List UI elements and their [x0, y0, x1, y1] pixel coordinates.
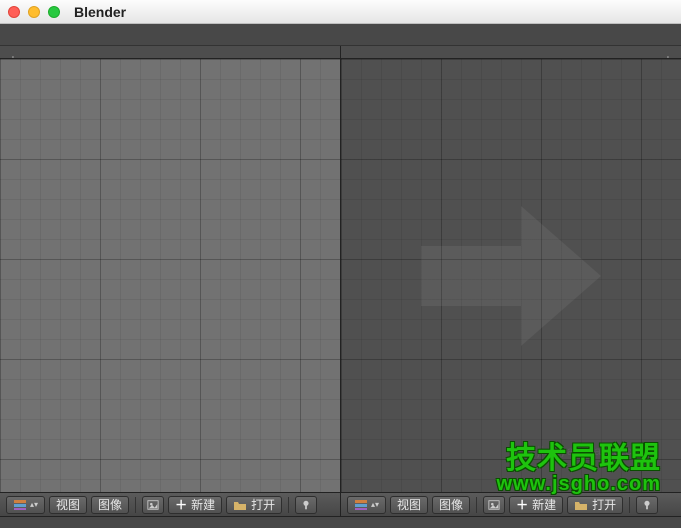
open-label: 打开	[592, 496, 616, 513]
bottom-info-bar[interactable]	[0, 516, 681, 528]
pin-button[interactable]	[295, 496, 317, 514]
uv-editor-icon	[354, 499, 368, 511]
pin-icon	[300, 499, 312, 511]
workspace-area: + +	[0, 46, 681, 492]
right-editor-header: ▴▾ 视图 图像 ＋ 新建 打开	[341, 492, 681, 516]
left-editor-header: ▴▾ 视图 图像 ＋ 新建 打开	[0, 492, 341, 516]
image-icon	[488, 499, 500, 511]
arrow-overlay	[411, 196, 611, 356]
separator	[288, 497, 289, 513]
uv-editor-icon	[13, 499, 27, 511]
left-editor: +	[0, 46, 341, 492]
open-label: 打开	[251, 496, 275, 513]
maximize-window-button[interactable]	[48, 6, 60, 18]
open-image-button[interactable]: 打开	[226, 496, 282, 514]
minimize-window-button[interactable]	[28, 6, 40, 18]
chevron-updown-icon: ▴▾	[30, 500, 38, 509]
chevron-updown-icon: ▴▾	[371, 500, 379, 509]
view-menu[interactable]: 视图	[49, 496, 87, 514]
new-label: 新建	[191, 496, 215, 513]
image-menu[interactable]: 图像	[91, 496, 129, 514]
top-info-bar[interactable]	[0, 24, 681, 46]
pin-button[interactable]	[636, 496, 658, 514]
left-viewport[interactable]	[0, 58, 340, 492]
view-menu[interactable]: 视图	[390, 496, 428, 514]
window-controls	[8, 6, 60, 18]
left-editor-tabstrip: +	[0, 46, 340, 58]
plus-icon: ＋	[516, 496, 528, 513]
right-viewport[interactable]	[341, 58, 681, 492]
plus-icon: ＋	[175, 496, 187, 513]
image-browse-button[interactable]	[142, 496, 164, 514]
folder-icon	[574, 499, 588, 511]
new-label: 新建	[532, 496, 556, 513]
editor-type-selector[interactable]: ▴▾	[6, 496, 45, 514]
new-image-button[interactable]: ＋ 新建	[509, 496, 563, 514]
folder-icon	[233, 499, 247, 511]
image-browse-button[interactable]	[483, 496, 505, 514]
image-menu[interactable]: 图像	[432, 496, 470, 514]
open-image-button[interactable]: 打开	[567, 496, 623, 514]
right-editor: +	[341, 46, 681, 492]
window-titlebar: Blender	[0, 0, 681, 24]
window-title: Blender	[74, 4, 126, 20]
separator	[135, 497, 136, 513]
separator	[629, 497, 630, 513]
separator	[476, 497, 477, 513]
pin-icon	[641, 499, 653, 511]
right-editor-tabstrip: +	[341, 46, 681, 58]
editor-type-selector[interactable]: ▴▾	[347, 496, 386, 514]
new-image-button[interactable]: ＋ 新建	[168, 496, 222, 514]
image-icon	[147, 499, 159, 511]
close-window-button[interactable]	[8, 6, 20, 18]
